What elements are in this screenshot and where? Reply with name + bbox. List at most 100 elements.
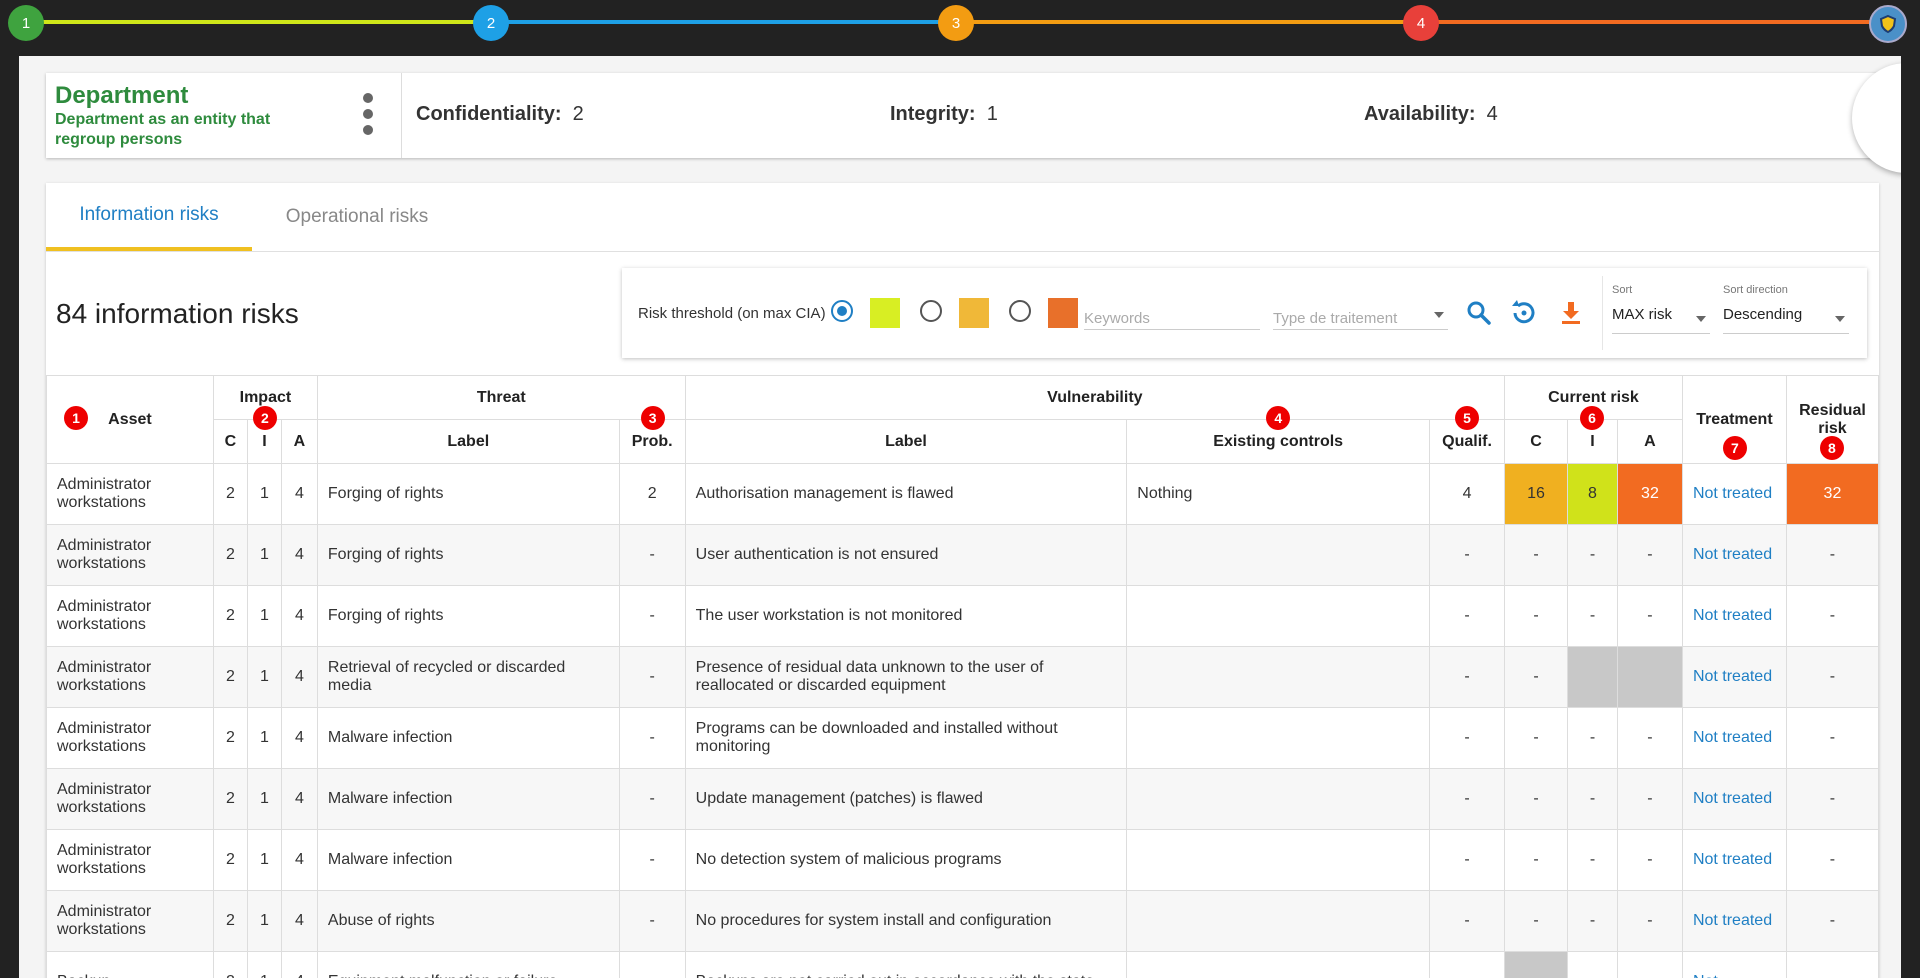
impact-i-cell: 1 <box>246 707 282 769</box>
header-asset[interactable]: 1 Asset <box>46 375 214 464</box>
treatment-type-placeholder: Type de traitement <box>1273 310 1398 327</box>
header-impact-i[interactable]: 2 I <box>246 406 282 464</box>
risk-a-cell <box>1616 646 1683 708</box>
table-row[interactable]: Administrator workstations 2 1 4 Abuse of ri… <box>46 890 1880 952</box>
header-residual-risk[interactable]: Residual risk 8 <box>1785 375 1880 464</box>
qualif-cell: 4 <box>1429 463 1506 525</box>
threat-cell: Retrieval of recycled or discarded media <box>316 646 620 708</box>
integrity-value: 1 <box>986 103 998 125</box>
sort-select[interactable]: MAX risk <box>1612 306 1710 334</box>
header-qualif-label: Qualif. <box>1442 432 1492 450</box>
table-row[interactable]: Administrator workstations 2 1 4 Malware inf… <box>46 829 1880 891</box>
treatment-cell[interactable]: Not treated <box>1681 646 1787 708</box>
table-row[interactable]: Administrator workstations 2 1 4 Malware inf… <box>46 707 1880 769</box>
prob-cell: - <box>618 585 686 647</box>
threshold-swatch-medium <box>959 298 989 328</box>
more-options-fab[interactable] <box>1852 63 1901 173</box>
treatment-cell[interactable]: Not treated <box>1681 768 1787 830</box>
main-content: Department Department as an entity that … <box>19 56 1901 978</box>
header-impact-a[interactable]: A <box>280 419 318 464</box>
header-treatment[interactable]: Treatment 7 <box>1681 375 1787 464</box>
confidentiality-value: 2 <box>572 103 584 125</box>
asset-menu-icon[interactable] <box>362 93 374 139</box>
confidentiality-label: Confidentiality: <box>416 103 562 125</box>
controls-cell <box>1126 768 1431 830</box>
impact-i-cell: 1 <box>246 463 282 525</box>
treatment-cell[interactable]: Not treated <box>1681 585 1787 647</box>
header-risk-a[interactable]: A <box>1616 419 1683 464</box>
controls-cell <box>1126 707 1431 769</box>
confidentiality: Confidentiality: 2 <box>416 103 584 126</box>
table-row[interactable]: Backup214Equipment malfunction or failur… <box>46 951 1880 978</box>
table-row[interactable]: Administrator workstations 2 1 4 Forging of … <box>46 463 1880 525</box>
risk-a-cell: 32 <box>1616 463 1683 525</box>
asset-cell: Administrator workstations <box>46 768 214 830</box>
qualif-cell: - <box>1429 829 1506 891</box>
shield-icon <box>1879 14 1897 34</box>
step-2[interactable]: 2 <box>473 5 509 41</box>
help-badge-6: 6 <box>1580 406 1604 430</box>
tab-information-risks[interactable]: Information risks <box>46 183 252 251</box>
user-avatar[interactable] <box>1869 5 1907 43</box>
qualif-cell: - <box>1429 707 1506 769</box>
impact-i-cell: 1 <box>246 951 282 978</box>
prob-cell: - <box>618 890 686 952</box>
risk-c-cell: 16 <box>1504 463 1568 525</box>
threshold-radio-high[interactable] <box>1009 300 1031 322</box>
table-row[interactable]: Administrator workstations 2 1 4 Malware inf… <box>46 768 1880 830</box>
sort-direction-select[interactable]: Descending <box>1723 306 1849 334</box>
keywords-input[interactable]: Keywords <box>1084 300 1260 330</box>
risks-table: 1 Asset Impact Threat Vulnerability Curr… <box>46 375 1880 978</box>
top-stepper: 1 2 3 4 <box>0 0 1920 45</box>
header-risk-c[interactable]: C <box>1504 419 1568 464</box>
help-badge-8: 8 <box>1819 436 1844 460</box>
treatment-cell[interactable]: Not <box>1681 951 1787 978</box>
chevron-down-icon <box>1696 316 1706 322</box>
impact-i-cell: 1 <box>246 829 282 891</box>
impact-c-cell: 2 <box>212 463 248 525</box>
treatment-cell[interactable]: Not treated <box>1681 829 1787 891</box>
risk-count-title: 84 information risks <box>56 298 299 329</box>
help-badge-7: 7 <box>1722 436 1747 460</box>
header-asset-label: Asset <box>108 410 152 428</box>
treatment-cell[interactable]: Not treated <box>1681 890 1787 952</box>
help-badge-2: 2 <box>252 406 277 430</box>
search-icon[interactable] <box>1464 298 1494 328</box>
help-badge-3: 3 <box>640 406 665 430</box>
header-threat-label[interactable]: Label <box>316 419 620 464</box>
header-existing-controls[interactable]: 4 Existing controls <box>1126 406 1431 464</box>
vulnerability-cell: The user workstation is not monitored <box>684 585 1128 647</box>
header-prob[interactable]: 3 Prob. <box>618 406 686 464</box>
risk-i-cell: 8 <box>1567 463 1618 525</box>
impact-c-cell: 2 <box>212 768 248 830</box>
risk-i-cell <box>1567 951 1618 978</box>
step-1[interactable]: 1 <box>8 5 44 41</box>
prob-cell: - <box>618 524 686 586</box>
header-vulnerability: Vulnerability <box>684 375 1506 420</box>
treatment-cell[interactable]: Not treated <box>1681 524 1787 586</box>
step-3[interactable]: 3 <box>938 5 974 41</box>
risks-table-body: Administrator workstations 2 1 4 Forging of … <box>46 463 1880 978</box>
asset-description: Department as an entity that regroup per… <box>55 111 271 148</box>
tab-operational-risks[interactable]: Operational risks <box>252 183 462 251</box>
header-risk-i[interactable]: 6 I <box>1567 406 1618 464</box>
residual-cell: - <box>1785 951 1880 978</box>
header-qualif[interactable]: 5 Qualif. <box>1429 406 1506 464</box>
table-row[interactable]: Administrator workstations 2 1 4 Forging of … <box>46 524 1880 586</box>
reset-icon[interactable] <box>1508 298 1538 328</box>
step-4[interactable]: 4 <box>1403 5 1439 41</box>
treatment-cell[interactable]: Not treated <box>1681 463 1787 525</box>
threshold-radio-medium[interactable] <box>920 300 942 322</box>
impact-i-cell: 1 <box>246 524 282 586</box>
risk-a-cell: - <box>1616 768 1683 830</box>
asset-title: Department <box>55 82 189 109</box>
table-row[interactable]: Administrator workstations 2 1 4 Retrieval o… <box>46 646 1880 708</box>
download-icon[interactable] <box>1556 298 1586 328</box>
table-row[interactable]: Administrator workstations 2 1 4 Forging of … <box>46 585 1880 647</box>
header-impact-c[interactable]: C <box>212 419 248 464</box>
treatment-cell[interactable]: Not treated <box>1681 707 1787 769</box>
treatment-type-select[interactable]: Type de traitement <box>1273 300 1448 330</box>
header-vuln-label[interactable]: Label <box>684 419 1128 464</box>
risk-c-cell: - <box>1504 646 1568 708</box>
threshold-radio-low[interactable] <box>831 300 853 322</box>
